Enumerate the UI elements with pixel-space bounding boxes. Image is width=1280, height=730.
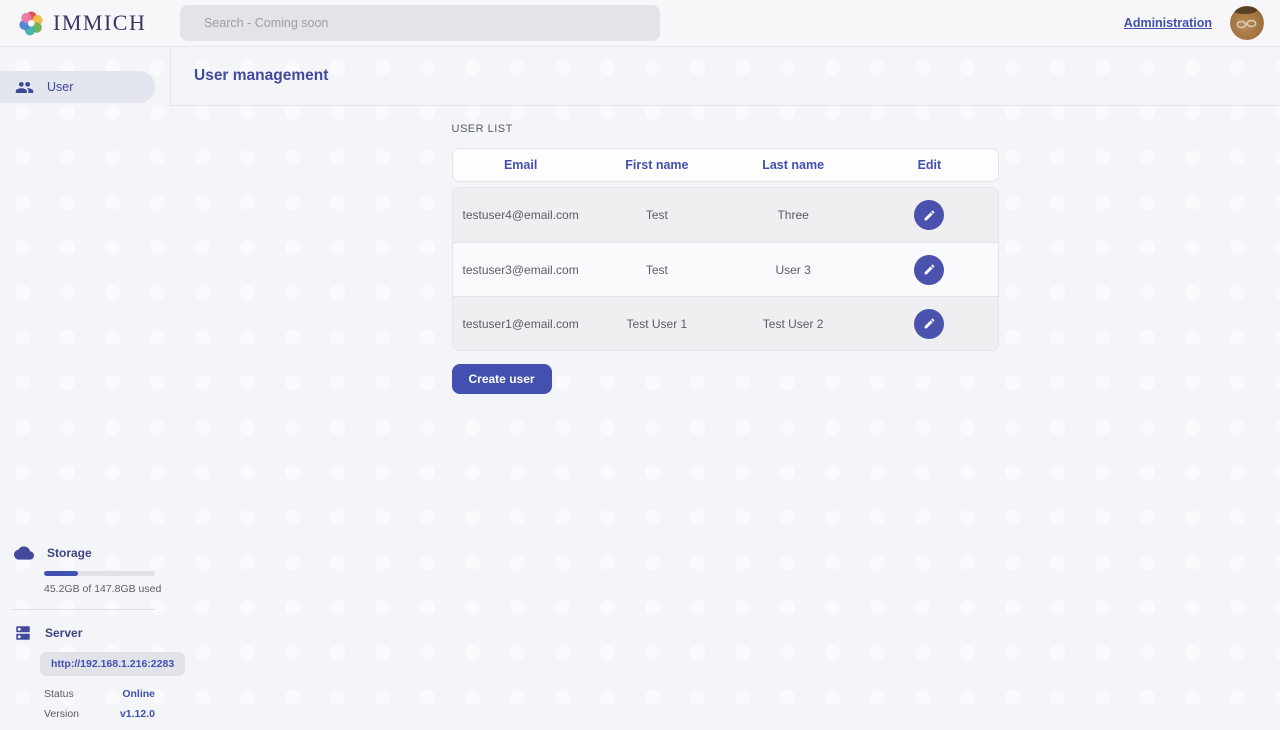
cell-email: testuser1@email.com — [453, 317, 589, 331]
cell-first-name: Test User 1 — [589, 317, 725, 331]
table-row: testuser1@email.com Test User 1 Test Use… — [453, 296, 998, 350]
sidebar-item-user[interactable]: User — [0, 71, 155, 103]
edit-user-button[interactable] — [914, 200, 944, 230]
sidebar-divider — [12, 609, 155, 610]
server-url-chip: http://192.168.1.216:2283 — [40, 652, 185, 676]
pencil-icon — [923, 317, 936, 330]
table-row: testuser3@email.com Test User 3 — [453, 242, 998, 296]
users-icon — [15, 78, 34, 97]
cell-first-name: Test — [589, 263, 725, 277]
storage-progress-bar — [44, 571, 155, 576]
table-header: Email First name Last name Edit — [452, 148, 999, 182]
cell-last-name: User 3 — [725, 263, 861, 277]
top-bar: IMMICH Administration — [0, 0, 1280, 47]
user-list-label: USER LIST — [452, 123, 999, 135]
edit-user-button[interactable] — [914, 255, 944, 285]
immich-logo-icon — [18, 10, 45, 37]
server-icon — [14, 624, 32, 642]
cloud-icon — [14, 543, 34, 563]
app-name: IMMICH — [53, 10, 146, 36]
sidebar-item-user-label: User — [47, 80, 73, 94]
cell-email: testuser4@email.com — [453, 208, 589, 222]
cell-first-name: Test — [589, 208, 725, 222]
page-title-bar: User management — [170, 47, 1280, 106]
sidebar: User Storage 45.2GB of 147.8GB used Serv… — [0, 47, 170, 730]
status-value: Online — [122, 688, 155, 700]
storage-usage-text: 45.2GB of 147.8GB used — [44, 583, 170, 595]
search-input[interactable] — [180, 5, 660, 41]
create-user-button[interactable]: Create user — [452, 364, 552, 394]
storage-progress-fill — [44, 571, 78, 576]
server-title: Server — [45, 626, 82, 640]
storage-title: Storage — [47, 546, 92, 560]
page-title: User management — [194, 67, 328, 85]
cell-last-name: Three — [725, 208, 861, 222]
main-content: User management USER LIST Email First na… — [170, 0, 1280, 730]
pencil-icon — [923, 209, 936, 222]
server-status-row: Status Online — [44, 688, 155, 700]
edit-user-button[interactable] — [914, 309, 944, 339]
column-header-email: Email — [453, 158, 589, 172]
cell-last-name: Test User 2 — [725, 317, 861, 331]
pencil-icon — [923, 263, 936, 276]
table-row: testuser4@email.com Test Three — [453, 188, 998, 242]
avatar[interactable] — [1230, 6, 1264, 40]
sidebar-status-panel: Storage 45.2GB of 147.8GB used Server ht… — [0, 543, 170, 720]
column-header-edit: Edit — [861, 158, 997, 172]
version-value: v1.12.0 — [120, 708, 155, 720]
brand[interactable]: IMMICH — [0, 10, 180, 37]
column-header-first-name: First name — [589, 158, 725, 172]
server-version-row: Version v1.12.0 — [44, 708, 155, 720]
column-header-last-name: Last name — [725, 158, 861, 172]
cell-email: testuser3@email.com — [453, 263, 589, 277]
administration-link[interactable]: Administration — [1124, 16, 1212, 30]
table-rows: testuser4@email.com Test Three testuser3… — [452, 187, 999, 351]
status-label: Status — [44, 688, 74, 700]
version-label: Version — [44, 708, 79, 720]
